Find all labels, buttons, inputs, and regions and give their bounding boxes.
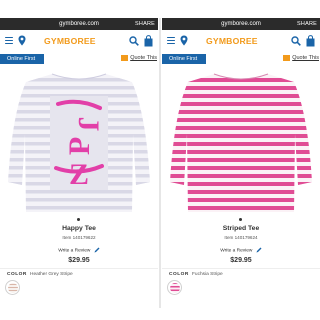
online-first-badge: Online First	[0, 54, 44, 64]
product-name: Happy Tee	[62, 225, 96, 232]
url-text: gymboree.com	[221, 21, 261, 27]
color-swatch-fuchsia[interactable]	[167, 280, 182, 295]
gymboree-logo[interactable]: GYMBOREE	[206, 36, 258, 46]
happy-graphic: J P Z	[50, 96, 108, 191]
carousel-dot[interactable]	[77, 218, 80, 221]
graphic-letter: Z	[69, 158, 89, 191]
write-review-link[interactable]: Write a Review	[162, 247, 320, 253]
quote-icon	[121, 55, 129, 61]
pencil-icon	[94, 247, 100, 253]
product-panel-right: gymboree.com SHARE GYMBOREE Online First…	[162, 18, 320, 308]
product-panel-left: gymboree.com SHARE GYMBOREE Online First…	[0, 18, 158, 308]
search-icon[interactable]	[291, 36, 301, 46]
item-number: Item 140179622	[62, 235, 96, 240]
location-pin-icon[interactable]	[18, 35, 26, 46]
share-button[interactable]: SHARE	[297, 21, 317, 27]
color-value: Heather Grey Stripe	[30, 272, 73, 277]
online-first-badge: Online First	[162, 54, 206, 64]
pencil-icon	[256, 247, 262, 253]
quote-this-link[interactable]: Quote This	[121, 55, 157, 61]
write-review-link[interactable]: Write a Review	[0, 247, 158, 253]
browser-url-bar[interactable]: gymboree.com SHARE	[162, 18, 320, 30]
carousel-dot[interactable]	[239, 218, 242, 221]
color-label: COLOR	[7, 272, 27, 277]
browser-url-bar[interactable]: gymboree.com SHARE	[0, 18, 158, 30]
url-text: gymboree.com	[59, 21, 99, 27]
divider	[0, 268, 158, 269]
site-header: GYMBOREE	[0, 30, 158, 54]
quote-icon	[283, 55, 291, 61]
color-swatch-heather-grey[interactable]	[5, 280, 20, 295]
location-pin-icon[interactable]	[180, 35, 188, 46]
color-value: Fuchsia Stripe	[192, 272, 223, 277]
site-header: GYMBOREE	[162, 30, 320, 54]
product-image-happy-tee[interactable]: J P Z	[0, 64, 158, 214]
divider	[162, 268, 320, 269]
search-icon[interactable]	[129, 36, 139, 46]
shopping-bag-icon[interactable]	[144, 35, 153, 47]
graphic-letter: J	[72, 117, 105, 132]
menu-icon[interactable]	[5, 37, 13, 44]
graphic-letter: P	[63, 137, 96, 155]
product-name: Striped Tee	[222, 225, 260, 232]
menu-icon[interactable]	[167, 37, 175, 44]
shopping-bag-icon[interactable]	[306, 35, 315, 47]
product-price: $29.95	[230, 257, 252, 264]
item-number: Item 140179624	[224, 235, 258, 240]
gymboree-logo[interactable]: GYMBOREE	[44, 36, 96, 46]
product-price: $29.95	[68, 257, 90, 264]
color-label: COLOR	[169, 272, 189, 277]
panel-divider	[159, 18, 161, 308]
product-image-striped-tee[interactable]	[162, 64, 320, 214]
quote-this-link[interactable]: Quote This	[283, 55, 319, 61]
share-button[interactable]: SHARE	[135, 21, 155, 27]
